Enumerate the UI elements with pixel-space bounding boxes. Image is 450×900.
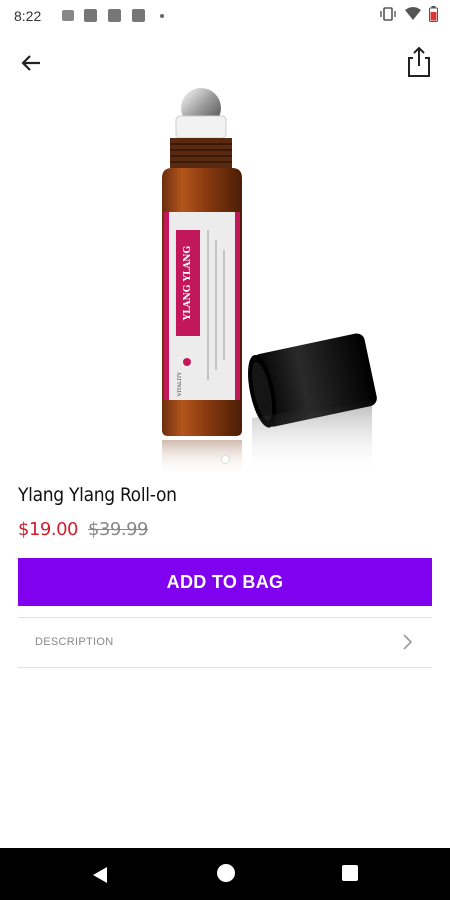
sale-price: $19.00 — [18, 519, 78, 540]
description-label: DESCRIPTION — [35, 636, 114, 648]
arrow-left-icon — [21, 55, 40, 71]
product-title: Ylang Ylang Roll-on — [18, 484, 177, 506]
status-icons — [379, 6, 438, 22]
wifi-icon — [405, 7, 421, 20]
notification-icon — [84, 9, 97, 22]
battery-icon — [429, 6, 438, 22]
divider — [18, 667, 432, 668]
image-notification-icon — [62, 10, 74, 21]
nav-home-icon[interactable] — [217, 864, 235, 882]
chevron-right-icon — [403, 634, 413, 650]
vibrate-icon — [380, 7, 396, 21]
back-button[interactable] — [16, 48, 46, 78]
original-price: $39.99 — [87, 519, 148, 540]
price-row: $19.00 $39.99 — [18, 519, 148, 540]
notification-icon — [108, 9, 121, 22]
description-row[interactable]: DESCRIPTION — [18, 618, 432, 666]
notification-icon — [132, 9, 145, 22]
bottle-brand-text: VITALITY — [177, 371, 183, 397]
nav-recents-icon[interactable] — [342, 865, 358, 881]
navigation-bar — [0, 848, 450, 900]
add-to-bag-button[interactable]: ADD TO BAG — [18, 558, 432, 606]
nav-back-icon[interactable] — [91, 866, 109, 884]
bottle-label-text: YLANG YLANG — [183, 246, 193, 321]
product-image[interactable]: YLANG YLANG VITALITY — [140, 80, 400, 480]
status-bar: 8:22 — [0, 0, 450, 32]
more-notifications-icon — [160, 14, 164, 18]
share-icon — [408, 46, 430, 77]
share-button[interactable] — [406, 46, 432, 78]
carousel-dot[interactable] — [221, 455, 230, 464]
status-time: 8:22 — [14, 8, 42, 24]
